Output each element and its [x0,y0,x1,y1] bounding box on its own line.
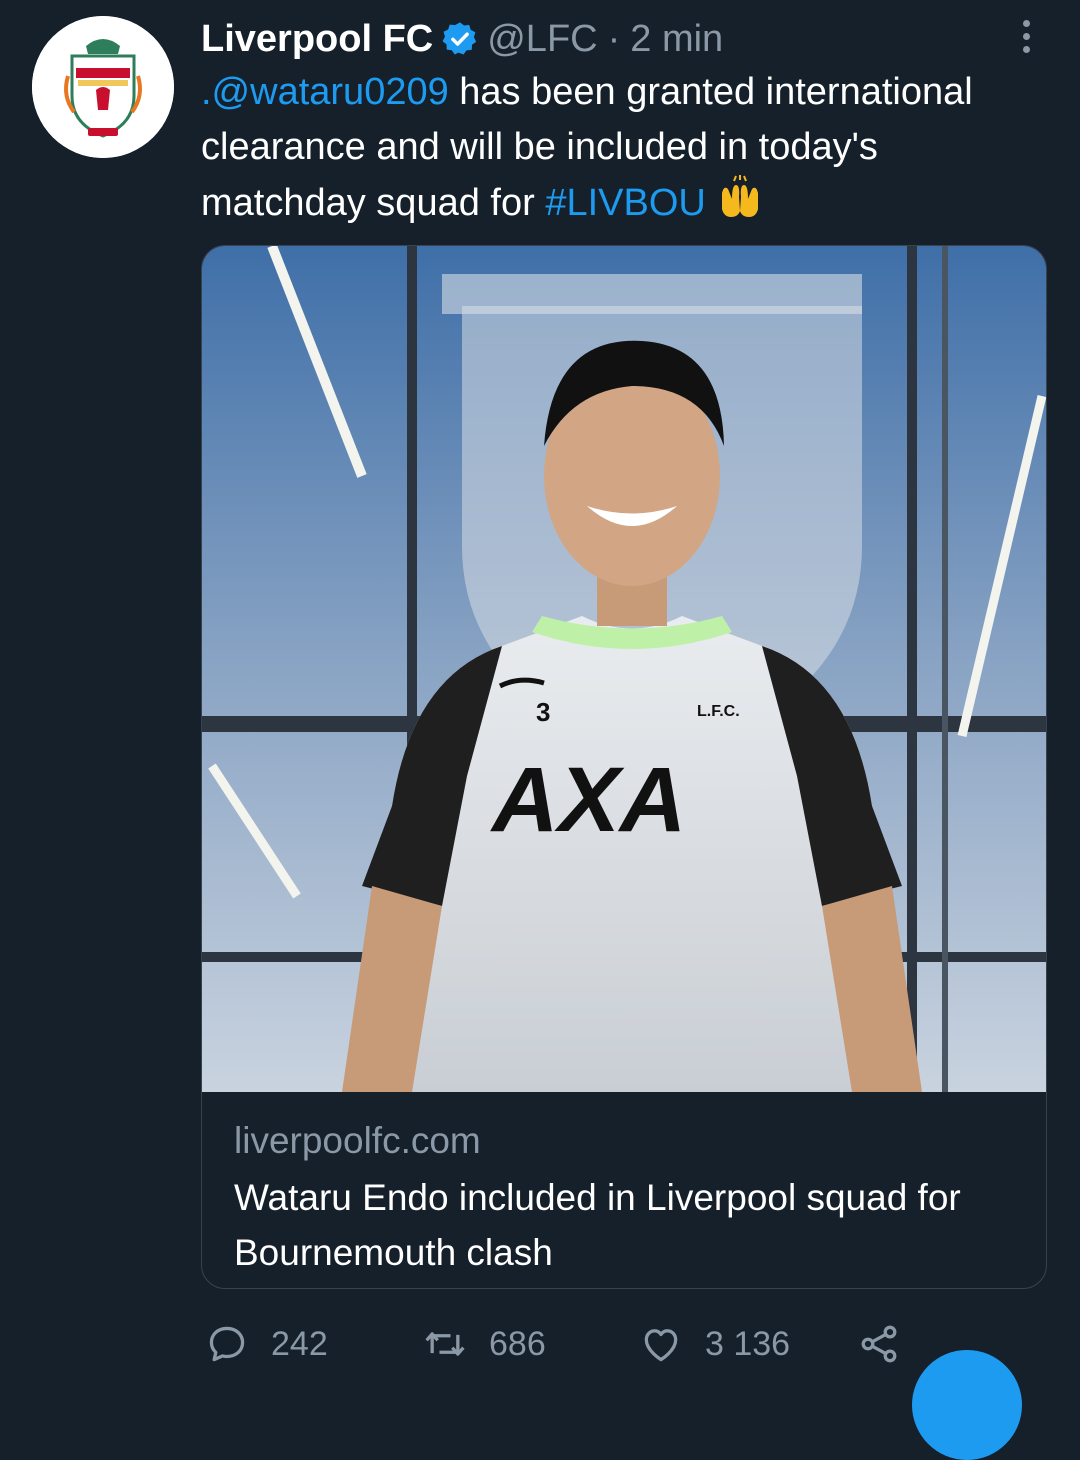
compose-button[interactable] [912,1350,1022,1460]
link-card[interactable]: 3 L.F.C. AXA liverpoolfc.com Wataru Endo… [201,245,1047,1289]
hashtag-link[interactable]: #LIVBOU [545,182,706,224]
shirt-sponsor: AXA [490,749,686,851]
tweet-header: Liverpool FC @LFC · 2 min [201,14,723,64]
meta-separator: · [607,17,621,60]
card-image[interactable]: 3 L.F.C. AXA [202,246,1046,1092]
retweet-count: 686 [489,1324,546,1363]
card-domain: liverpoolfc.com [234,1120,481,1161]
retweet-icon [425,1332,465,1356]
share-button[interactable] [857,1318,901,1370]
author-handle[interactable]: @LFC [487,18,597,61]
card-text: liverpoolfc.com Wataru Endo included in … [234,1118,1034,1280]
player-photo: 3 L.F.C. AXA [202,246,1046,1092]
retweet-button[interactable]: 686 [423,1318,546,1370]
shirt-crest-text: L.F.C. [697,703,740,720]
reply-button[interactable]: 242 [205,1318,328,1370]
lfc-crest-icon [32,16,174,158]
tweet-text: .@wataru0209 has been granted internatio… [201,65,1041,231]
tweet-time[interactable]: 2 min [630,18,723,61]
avatar[interactable] [32,16,174,158]
author-name[interactable]: Liverpool FC [201,18,433,61]
card-title[interactable]: Wataru Endo included in Liverpool squad … [234,1170,1034,1280]
shirt-number: 3 [536,697,550,727]
mention-link[interactable]: .@wataru0209 [201,71,449,113]
like-button[interactable]: 3 136 [639,1318,790,1370]
more-options-icon[interactable] [1008,14,1044,58]
reply-icon [209,1326,245,1362]
share-icon [861,1325,897,1363]
like-icon [644,1329,678,1362]
raising-hands-icon [722,175,759,217]
verified-badge-icon [442,22,477,55]
reply-count: 242 [271,1324,328,1363]
like-count: 3 136 [705,1324,791,1363]
tweet-actions: 242 686 3 136 [205,1318,925,1370]
